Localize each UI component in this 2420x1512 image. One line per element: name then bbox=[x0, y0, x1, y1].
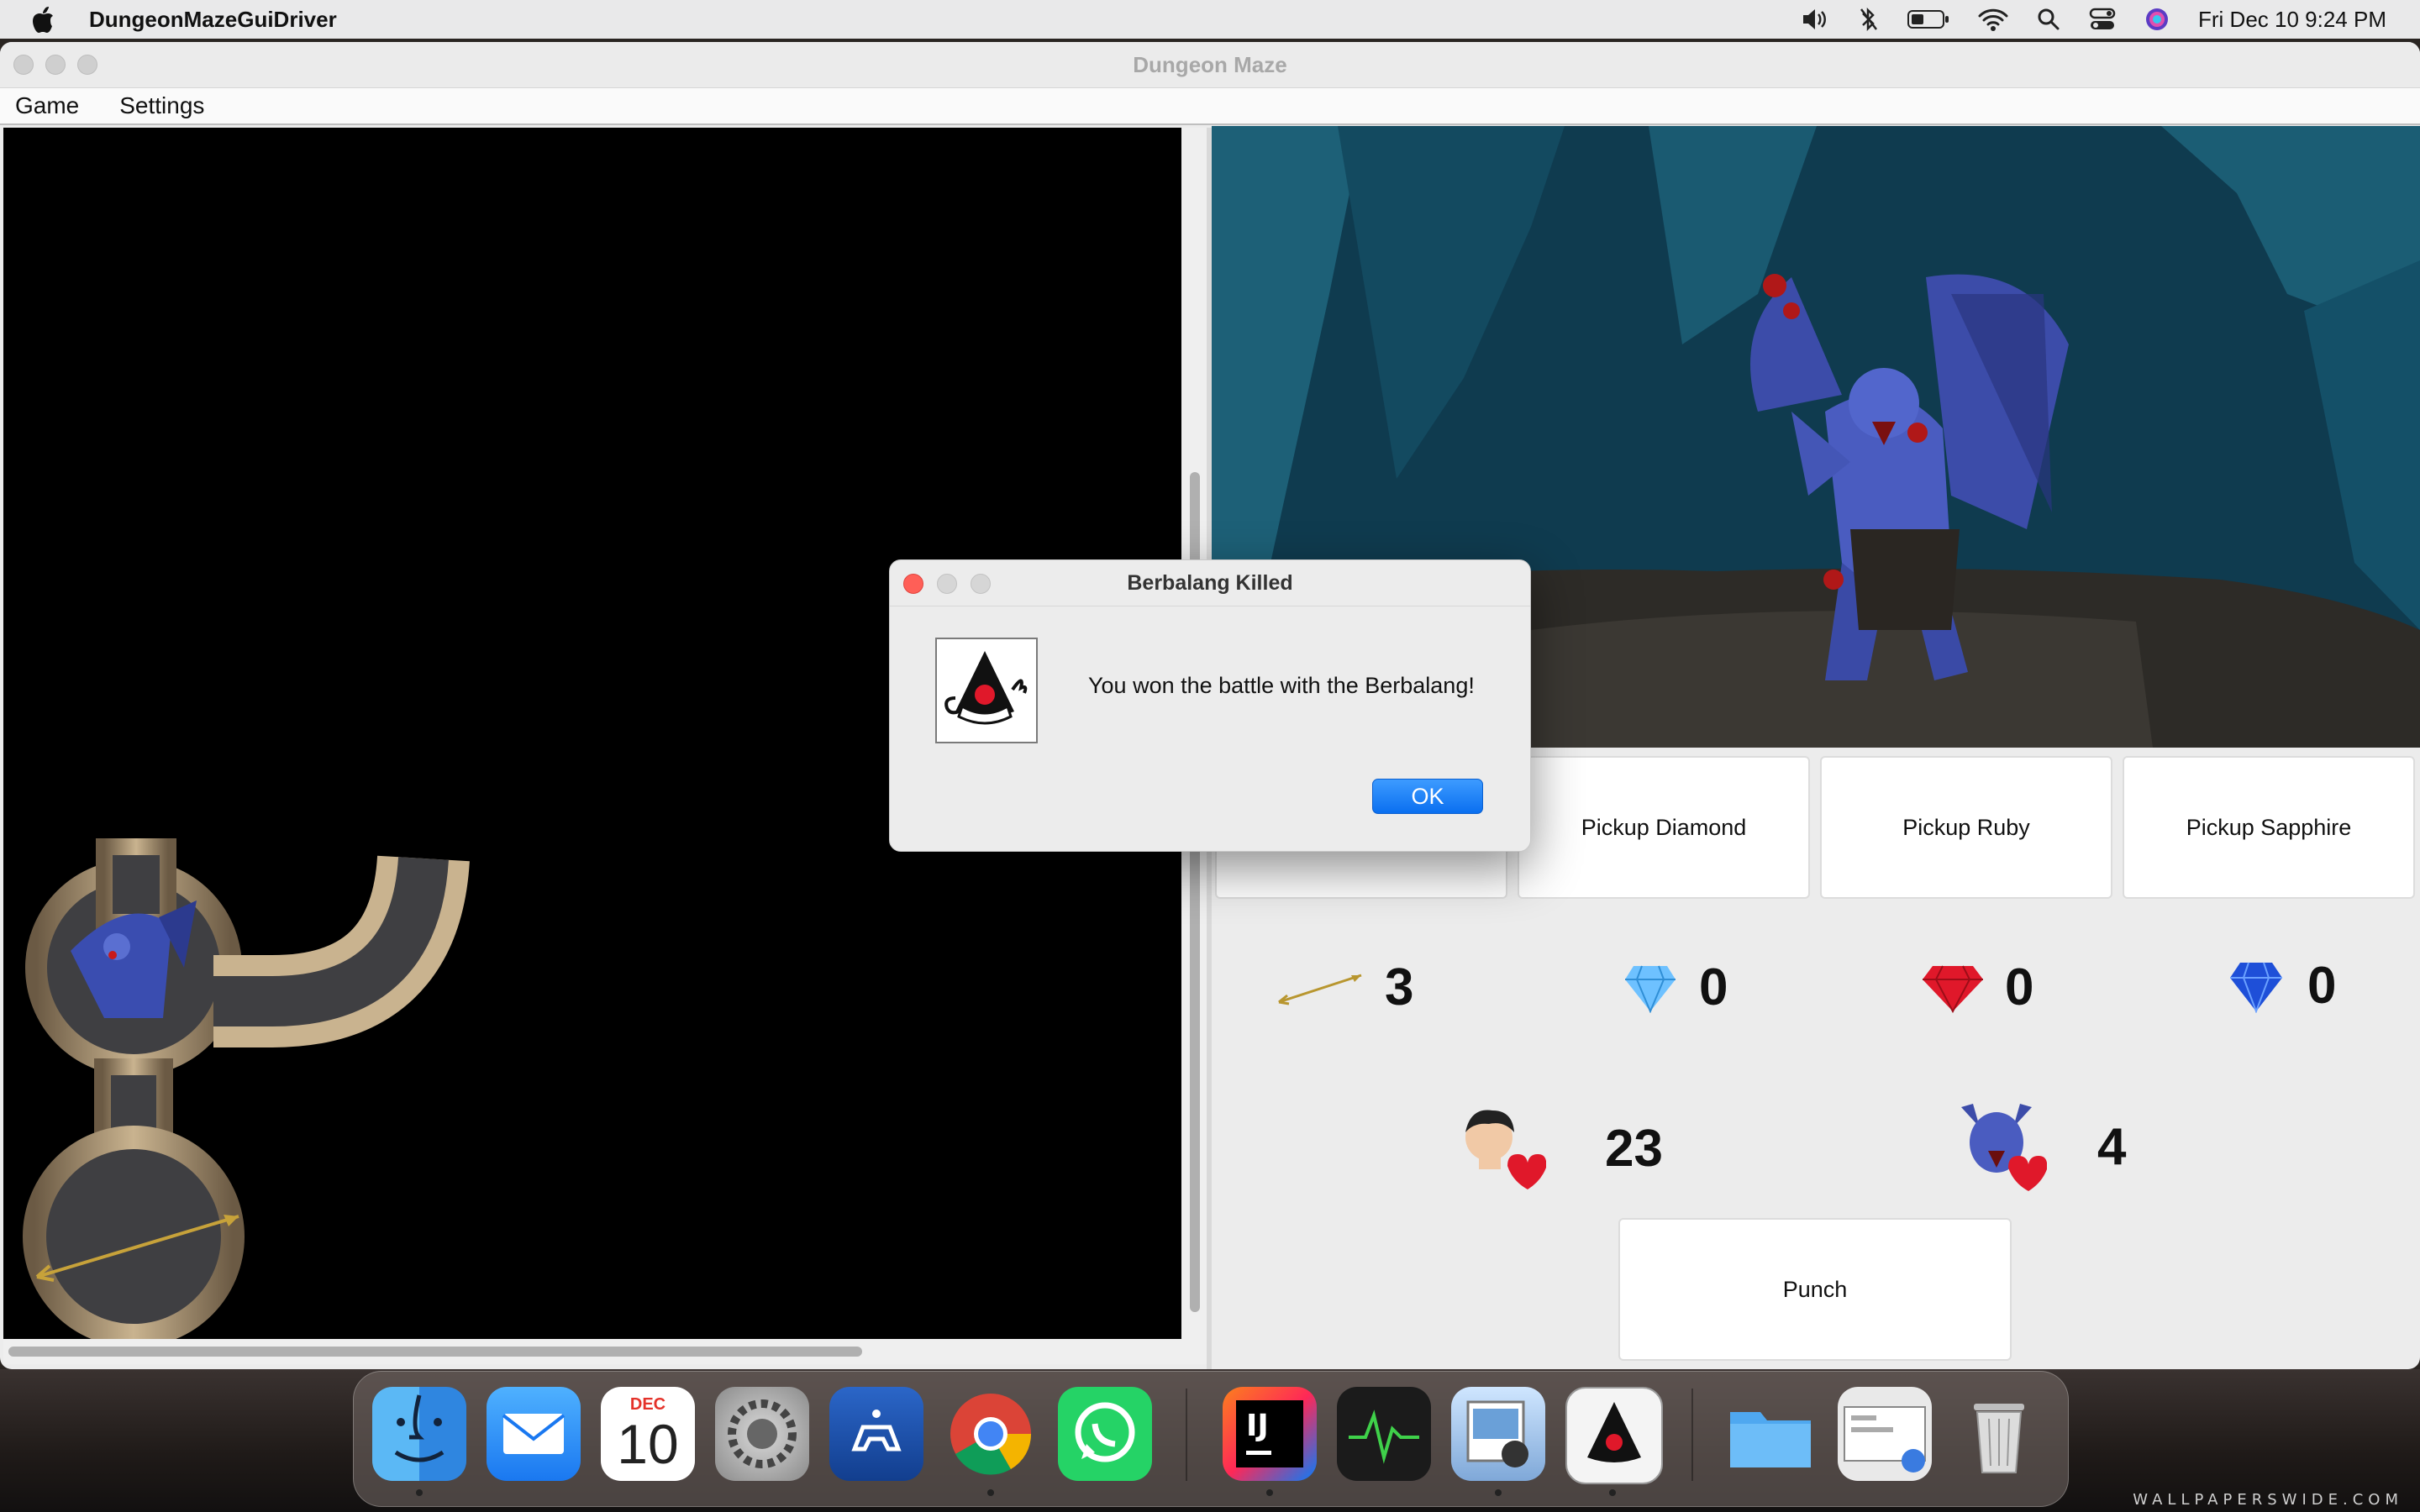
dock-separator bbox=[1186, 1389, 1187, 1481]
ruby-count: 0 bbox=[2005, 958, 2034, 1016]
hero-health: 23 bbox=[1454, 1102, 1663, 1194]
minimize-window-button[interactable] bbox=[45, 55, 66, 75]
pickup-ruby-button[interactable]: Pickup Ruby bbox=[1820, 756, 2112, 899]
diamond-counter: 0 bbox=[1623, 958, 1728, 1017]
arrow-icon bbox=[1278, 974, 1362, 1005]
dialog-title-bar[interactable]: Berbalang Killed bbox=[890, 560, 1530, 606]
controller-app-icon[interactable] bbox=[829, 1387, 923, 1481]
arrow-count: 3 bbox=[1385, 958, 1414, 1016]
control-center-icon[interactable] bbox=[2089, 8, 2116, 31]
window-title-bar[interactable]: Dungeon Maze bbox=[0, 42, 2420, 88]
dock: DEC 10 IJ bbox=[353, 1371, 2069, 1507]
apple-icon[interactable] bbox=[30, 5, 55, 34]
system-menu-bar: DungeonMazeGuiDriver Fri Dec 10 9:24 PM bbox=[0, 0, 2420, 39]
sapphire-counter: 0 bbox=[2228, 956, 2336, 1016]
preview-icon[interactable] bbox=[1451, 1387, 1545, 1481]
monster-health-value: 4 bbox=[2097, 1117, 2127, 1176]
calendar-day: 10 bbox=[617, 1413, 679, 1475]
activity-monitor-icon[interactable] bbox=[1337, 1387, 1431, 1481]
chrome-icon[interactable] bbox=[944, 1387, 1038, 1481]
monster-heart-icon bbox=[1961, 1104, 2047, 1191]
menu-bar-clock[interactable]: Fri Dec 10 9:24 PM bbox=[2198, 7, 2386, 33]
ok-button[interactable]: OK bbox=[1372, 779, 1483, 814]
volume-icon[interactable] bbox=[1800, 7, 1830, 32]
java-running-indicator bbox=[1609, 1489, 1616, 1496]
pickup-diamond-button[interactable]: Pickup Diamond bbox=[1518, 756, 1810, 899]
preview-running-indicator bbox=[1495, 1489, 1502, 1496]
battery-icon[interactable] bbox=[1907, 8, 1949, 30]
wallpaper-credit: WALLPAPERSWIDE.COM bbox=[2133, 1491, 2403, 1509]
window-title: Dungeon Maze bbox=[1133, 51, 1287, 77]
dialog-title: Berbalang Killed bbox=[1127, 570, 1293, 595]
close-window-button[interactable] bbox=[13, 55, 34, 75]
dialog-minimize-button[interactable] bbox=[937, 574, 957, 594]
intellij-running-indicator bbox=[1266, 1489, 1273, 1496]
screenshot-stack-icon[interactable] bbox=[1838, 1387, 1932, 1481]
menu-game[interactable]: Game bbox=[15, 92, 79, 119]
whatsapp-icon[interactable] bbox=[1058, 1387, 1152, 1481]
finder-running-indicator bbox=[416, 1489, 423, 1496]
dialog-message: You won the battle with the Berbalang! bbox=[1088, 673, 1475, 698]
mail-icon[interactable] bbox=[487, 1387, 581, 1481]
finder-icon[interactable] bbox=[372, 1387, 466, 1481]
calendar-icon[interactable]: DEC 10 bbox=[601, 1387, 695, 1481]
trash-icon[interactable] bbox=[1952, 1387, 2046, 1481]
dialog-zoom-button[interactable] bbox=[971, 574, 991, 594]
diamond-icon bbox=[1625, 965, 1676, 1013]
horizontal-scroll-thumb[interactable] bbox=[8, 1347, 862, 1357]
sapphire-count: 0 bbox=[2307, 957, 2337, 1015]
hero-health-value: 23 bbox=[1605, 1119, 1663, 1178]
intellij-icon[interactable]: IJ bbox=[1223, 1387, 1317, 1481]
berbalang-monster-image bbox=[1750, 274, 2069, 680]
menu-settings[interactable]: Settings bbox=[119, 92, 204, 119]
punch-button[interactable]: Punch bbox=[1618, 1218, 2012, 1361]
pickup-sapphire-button[interactable]: Pickup Sapphire bbox=[2123, 756, 2415, 899]
arrow-counter: 3 bbox=[1274, 958, 1413, 1017]
downloads-folder-icon[interactable] bbox=[1723, 1387, 1818, 1481]
java-duke-icon bbox=[935, 638, 1038, 743]
dialog-close-button[interactable] bbox=[903, 574, 923, 594]
chrome-running-indicator bbox=[987, 1489, 994, 1496]
siri-icon[interactable] bbox=[2144, 7, 2170, 32]
maze-corridors bbox=[23, 838, 470, 1347]
dialog-window-controls bbox=[903, 574, 991, 594]
system-preferences-icon[interactable] bbox=[715, 1387, 809, 1481]
active-app-name[interactable]: DungeonMazeGuiDriver bbox=[89, 7, 337, 33]
hero-heart-icon bbox=[1465, 1110, 1546, 1189]
sapphire-icon bbox=[2230, 962, 2282, 1013]
maze-horizontal-scrollbar[interactable] bbox=[3, 1339, 1207, 1364]
bluetooth-off-icon[interactable] bbox=[1859, 7, 1879, 32]
ruby-icon bbox=[1923, 965, 1983, 1013]
diamond-count: 0 bbox=[1699, 958, 1728, 1016]
monster-health: 4 bbox=[1954, 1099, 2126, 1194]
wifi-icon[interactable] bbox=[1978, 8, 2008, 31]
window-controls bbox=[13, 55, 97, 75]
zoom-window-button[interactable] bbox=[77, 55, 97, 75]
ruby-counter: 0 bbox=[1921, 958, 2033, 1017]
svg-text:IJ: IJ bbox=[1246, 1409, 1269, 1443]
java-icon[interactable] bbox=[1565, 1387, 1663, 1484]
dock-separator bbox=[1691, 1389, 1693, 1481]
battle-result-dialog: Berbalang Killed You won the battle with… bbox=[889, 559, 1531, 852]
spotlight-search-icon[interactable] bbox=[2037, 8, 2060, 31]
app-menu-bar: Game Settings bbox=[0, 88, 2420, 125]
